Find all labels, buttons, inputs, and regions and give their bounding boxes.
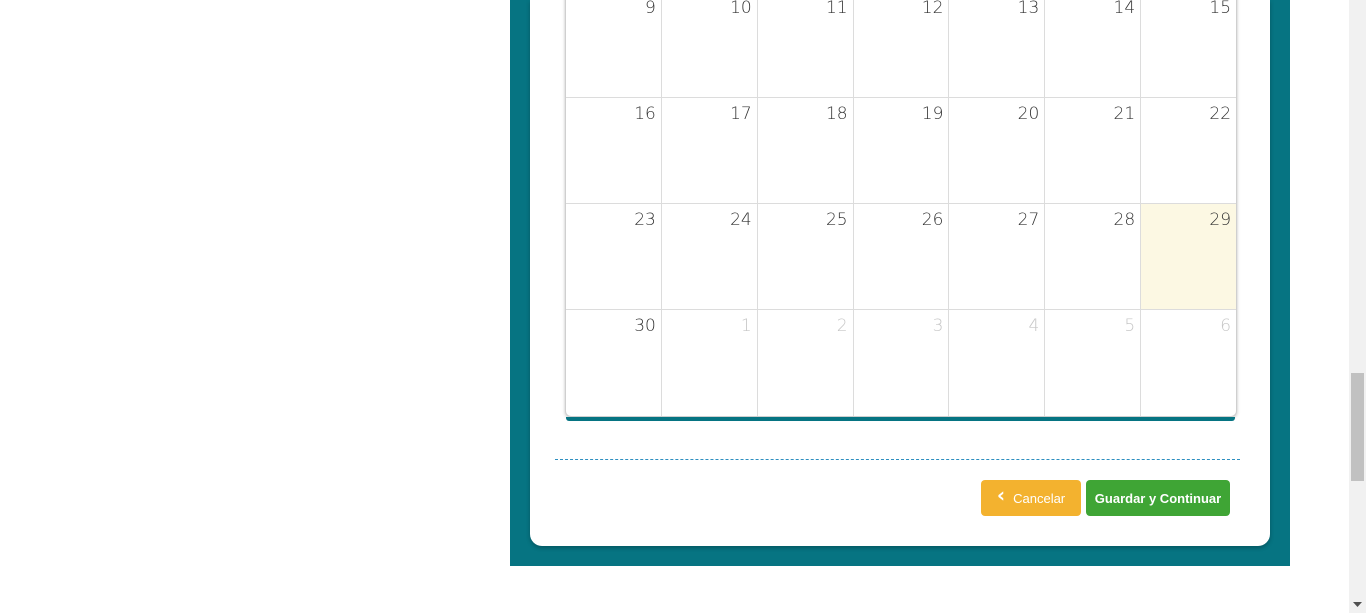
calendar-day[interactable]: 27	[949, 204, 1046, 309]
scroll-down-arrow-icon[interactable]	[1349, 596, 1366, 613]
chevron-left-icon: ‹	[996, 483, 1006, 507]
calendar-day-other-month[interactable]: 5	[1045, 310, 1142, 416]
calendar-day[interactable]: 14	[1045, 0, 1142, 97]
calendar-day[interactable]: 17	[662, 98, 758, 203]
day-number: 29	[1209, 210, 1232, 230]
day-number: 15	[1209, 0, 1232, 18]
calendar-day[interactable]: 24	[662, 204, 758, 309]
day-number: 10	[730, 0, 752, 18]
calendar-day[interactable]: 13	[949, 0, 1046, 97]
calendar-day[interactable]: 12	[854, 0, 950, 97]
day-number: 9	[645, 0, 656, 18]
calendar-day[interactable]: 18	[758, 98, 854, 203]
calendar-day[interactable]: 15	[1141, 0, 1236, 97]
day-number: 27	[1017, 210, 1040, 230]
calendar-day-other-month[interactable]: 1	[662, 310, 758, 416]
day-number: 11	[825, 0, 848, 18]
day-number: 3	[932, 316, 944, 336]
calendar-day[interactable]: 16	[566, 98, 662, 203]
day-number: 26	[921, 210, 944, 230]
calendar-day[interactable]: 10	[662, 0, 758, 97]
calendar-day-other-month[interactable]: 2	[758, 310, 854, 416]
calendar-day[interactable]: 26	[854, 204, 950, 309]
calendar-week-row: 23 24 25 26 27 28 29	[566, 204, 1236, 310]
calendar-day[interactable]: 21	[1045, 98, 1142, 203]
calendar-day[interactable]: 9	[566, 0, 662, 97]
day-number: 23	[634, 210, 656, 230]
calendar-day-today[interactable]: 29	[1141, 204, 1236, 309]
calendar-day[interactable]: 19	[854, 98, 950, 203]
month-calendar: 9 10 11 12 13 14 15 16 17 18 19 20 21 22 23 24 25 26 27 28 2…	[565, 0, 1237, 417]
day-number: 28	[1113, 210, 1136, 230]
day-number: 1	[740, 316, 752, 336]
calendar-week-row: 9 10 11 12 13 14 15	[566, 0, 1236, 98]
day-number: 30	[634, 316, 656, 336]
day-number: 4	[1028, 316, 1040, 336]
cancel-button-label: Cancelar	[1013, 490, 1066, 506]
day-number: 25	[825, 210, 848, 230]
day-number: 12	[921, 0, 944, 18]
calendar-bottom-bar	[566, 417, 1235, 421]
day-number: 5	[1124, 316, 1136, 336]
calendar-day[interactable]: 22	[1141, 98, 1236, 203]
calendar-day[interactable]: 25	[758, 204, 854, 309]
day-number: 18	[825, 104, 848, 124]
calendar-week-row: 30 1 2 3 4 5 6	[566, 310, 1236, 416]
day-number: 20	[1017, 104, 1040, 124]
calendar-day[interactable]: 28	[1045, 204, 1142, 309]
day-number: 16	[634, 104, 656, 124]
calendar-day-other-month[interactable]: 6	[1141, 310, 1236, 416]
save-continue-button[interactable]: Guardar y Continuar	[1086, 480, 1230, 516]
day-number: 22	[1209, 104, 1232, 124]
day-number: 21	[1113, 104, 1136, 124]
calendar-day-other-month[interactable]: 3	[854, 310, 950, 416]
day-number: 24	[730, 210, 752, 230]
day-number: 17	[730, 104, 752, 124]
calendar-week-row: 16 17 18 19 20 21 22	[566, 98, 1236, 204]
day-number: 14	[1113, 0, 1136, 18]
day-number: 19	[921, 104, 944, 124]
save-continue-button-label: Guardar y Continuar	[1094, 490, 1222, 506]
calendar-day-other-month[interactable]: 4	[949, 310, 1046, 416]
page-scrollbar[interactable]	[1349, 0, 1366, 613]
scrollbar-thumb[interactable]	[1351, 373, 1364, 481]
calendar-day[interactable]: 23	[566, 204, 662, 309]
day-number: 2	[836, 316, 848, 336]
calendar-day[interactable]: 11	[758, 0, 854, 97]
cancel-button[interactable]: ‹ Cancelar	[981, 480, 1081, 516]
calendar-day[interactable]: 20	[949, 98, 1046, 203]
section-divider	[555, 459, 1240, 460]
calendar-day[interactable]: 30	[566, 310, 662, 416]
day-number: 6	[1220, 316, 1232, 336]
day-number: 13	[1017, 0, 1040, 18]
